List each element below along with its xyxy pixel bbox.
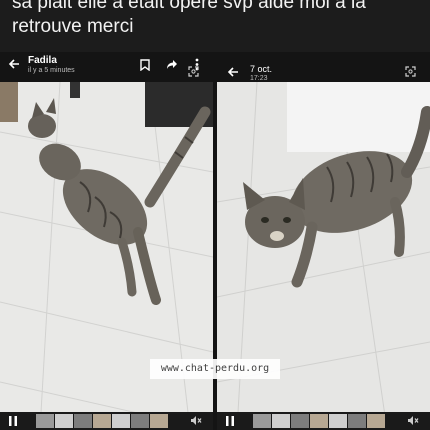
thumbnail — [131, 414, 149, 428]
video-thumbnails[interactable] — [36, 414, 168, 428]
post-timestamp: il y a 5 minutes — [28, 67, 75, 74]
photo-time: 17:23 — [250, 75, 268, 82]
thumbnail — [272, 414, 290, 428]
thumbnail — [329, 414, 347, 428]
back-arrow-icon[interactable] — [8, 58, 20, 70]
caption-line-2: retrouve merci — [12, 16, 134, 37]
scan-icon[interactable] — [188, 66, 199, 77]
left-viewer-top-bar: Fadila il y a 5 minutes — [0, 52, 213, 82]
thumbnail — [291, 414, 309, 428]
thumbnail — [36, 414, 54, 428]
thumbnail — [310, 414, 328, 428]
thumbnail — [253, 414, 271, 428]
caption-line-1: sa plait elle a était opéré svp aide moi… — [12, 0, 366, 13]
right-video-controls — [217, 412, 430, 430]
mute-icon[interactable] — [190, 415, 202, 426]
watermark: www.chat-perdu.org — [150, 359, 280, 379]
thumbnail — [74, 414, 92, 428]
bookmark-icon[interactable] — [140, 59, 150, 71]
scan-icon[interactable] — [405, 66, 416, 77]
photo-date: 7 oct. — [250, 64, 273, 74]
thumbnail — [367, 414, 385, 428]
back-arrow-icon[interactable] — [227, 66, 239, 78]
thumbnail — [112, 414, 130, 428]
post-caption: sa plait elle a était opéré svp aide moi… — [0, 0, 430, 52]
thumbnail — [150, 414, 168, 428]
thumbnail — [55, 414, 73, 428]
mute-icon[interactable] — [407, 415, 419, 426]
left-video-controls — [0, 412, 213, 430]
pause-icon[interactable] — [226, 416, 234, 426]
share-icon[interactable] — [166, 59, 178, 70]
right-viewer-top-bar — [217, 52, 430, 82]
pause-icon[interactable] — [9, 416, 17, 426]
contact-name: Fadila — [28, 55, 57, 66]
video-thumbnails[interactable] — [253, 414, 385, 428]
thumbnail — [93, 414, 111, 428]
thumbnail — [348, 414, 366, 428]
